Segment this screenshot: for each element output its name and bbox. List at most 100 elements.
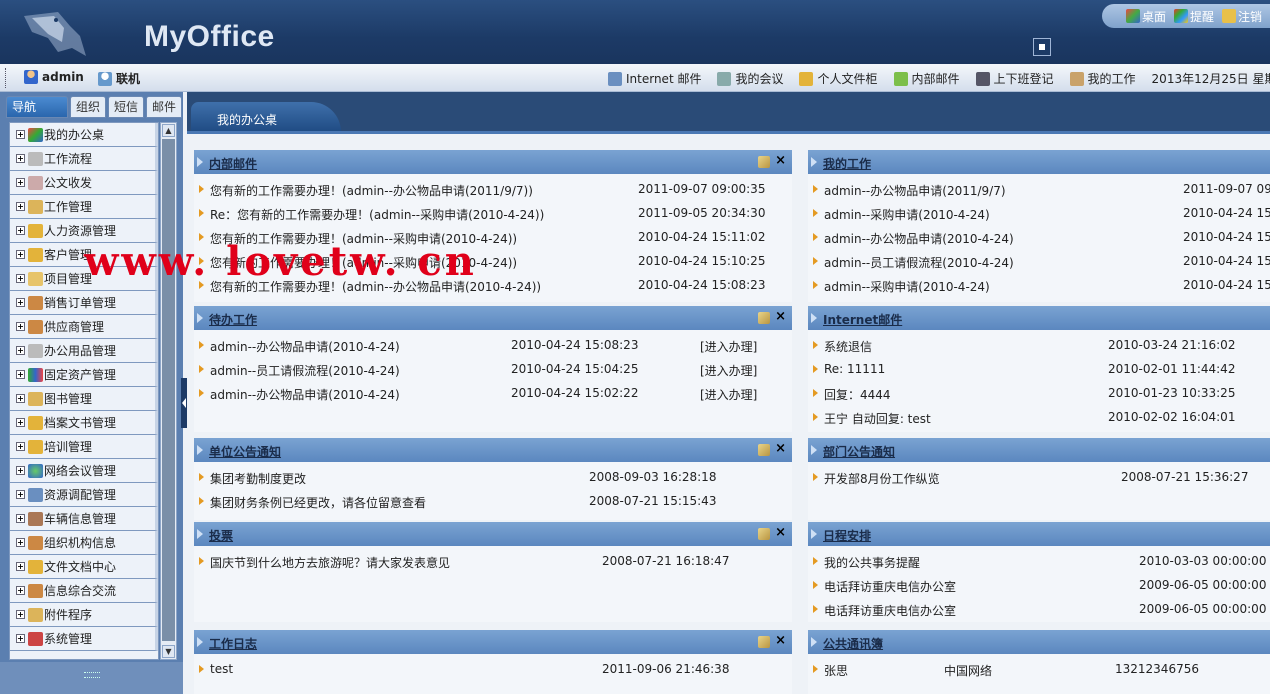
remind-link[interactable]: 提醒 — [1174, 8, 1214, 25]
scroll-up-icon[interactable]: ▲ — [162, 124, 175, 137]
panel-title[interactable]: 部门公告通知 — [823, 443, 895, 460]
edit-icon[interactable] — [758, 528, 770, 540]
expand-icon[interactable]: + — [16, 202, 25, 211]
expand-icon[interactable]: + — [16, 346, 25, 355]
logout-link[interactable]: 注销 — [1222, 8, 1262, 25]
list-item[interactable]: 集团财务条例已经更改，请各位留意查看 2008-07-21 15:15:43 — [194, 490, 792, 514]
process-link[interactable]: [进入办理] — [700, 362, 757, 379]
list-item[interactable]: admin--采购申请(2010-4-24) 2010-04-24 15 — [808, 274, 1270, 298]
expand-icon[interactable]: + — [16, 466, 25, 475]
close-icon[interactable]: × — [775, 633, 786, 648]
expand-icon[interactable]: + — [16, 130, 25, 139]
list-item[interactable]: Re: 11111 2010-02-01 11:44:42 — [808, 358, 1270, 382]
attendance-link[interactable]: 上下班登记 — [975, 70, 1054, 87]
list-item[interactable]: admin--员工请假流程(2010-4-24) 2010-04-24 15:04… — [194, 358, 792, 382]
edit-icon[interactable] — [758, 156, 770, 168]
edit-icon[interactable] — [758, 444, 770, 456]
close-icon[interactable]: × — [775, 309, 786, 324]
nav-item-documents[interactable]: + 公文收发 — [10, 171, 158, 195]
edit-icon[interactable] — [758, 636, 770, 648]
panel-title[interactable]: 工作日志 — [209, 635, 257, 652]
list-item[interactable]: 国庆节到什么地方去旅游呢？请大家发表意见 2008-07-21 16:18:47 — [194, 550, 792, 574]
expand-icon[interactable]: + — [16, 514, 25, 523]
panel-title[interactable]: 内部邮件 — [209, 155, 257, 172]
nav-item-office-supplies[interactable]: + 办公用品管理 — [10, 339, 158, 363]
panel-title[interactable]: 公共通讯簿 — [823, 635, 883, 652]
expand-icon[interactable]: + — [16, 154, 25, 163]
collapse-sidebar-button[interactable] — [181, 378, 187, 428]
panel-title[interactable]: 日程安排 — [823, 527, 871, 544]
expand-icon[interactable]: + — [16, 442, 25, 451]
nav-item-books[interactable]: + 图书管理 — [10, 387, 158, 411]
list-item[interactable]: admin--员工请假流程(2010-4-24) 2010-04-24 15 — [808, 250, 1270, 274]
nav-item-file-center[interactable]: + 文件文档中心 — [10, 555, 158, 579]
tab-navigation[interactable]: 导航 — [6, 96, 68, 118]
nav-item-sales-order[interactable]: + 销售订单管理 — [10, 291, 158, 315]
list-item[interactable]: 开发部8月份工作纵览 2008-07-21 15:36:27 — [808, 466, 1270, 490]
current-user[interactable]: admin — [24, 70, 84, 84]
list-item[interactable]: Re：您有新的工作需要办理！(admin--采购申请(2010-4-24)) 20… — [194, 202, 792, 226]
list-item[interactable]: admin--办公物品申请(2010-4-24) 2010-04-24 15 — [808, 226, 1270, 250]
list-item[interactable]: admin--采购申请(2010-4-24) 2010-04-24 15 — [808, 202, 1270, 226]
internal-mail-link[interactable]: 内部邮件 — [893, 70, 960, 87]
panel-title[interactable]: 投票 — [209, 527, 233, 544]
list-item[interactable]: 我的公共事务提醒 2010-03-03 00:00:00 — [808, 550, 1270, 574]
expand-icon[interactable]: + — [16, 490, 25, 499]
desktop-link[interactable]: 桌面 — [1126, 8, 1166, 25]
expand-icon[interactable]: + — [16, 394, 25, 403]
nav-item-organization[interactable]: + 组织机构信息 — [10, 531, 158, 555]
internet-mail-link[interactable]: Internet 邮件 — [608, 70, 701, 87]
list-item[interactable]: 回复：4444 2010-01-23 10:33:25 — [808, 382, 1270, 406]
close-icon[interactable]: × — [775, 525, 786, 540]
expand-icon[interactable]: + — [16, 562, 25, 571]
online-users[interactable]: 联机 — [98, 70, 140, 87]
expand-icon[interactable]: + — [16, 298, 25, 307]
expand-icon[interactable]: + — [16, 610, 25, 619]
nav-item-info-exchange[interactable]: + 信息综合交流 — [10, 579, 158, 603]
close-icon[interactable]: × — [775, 441, 786, 456]
list-item[interactable]: admin--办公物品申请(2010-4-24) 2010-04-24 15:02… — [194, 382, 792, 406]
list-item[interactable]: admin--办公物品申请(2011/9/7) 2011-09-07 09 — [808, 178, 1270, 202]
nav-item-archives[interactable]: + 档案文书管理 — [10, 411, 158, 435]
expand-icon[interactable]: + — [16, 634, 25, 643]
nav-item-work-management[interactable]: + 工作管理 — [10, 195, 158, 219]
my-meeting-link[interactable]: 我的会议 — [717, 70, 783, 87]
edit-icon[interactable] — [758, 312, 770, 324]
expand-icon[interactable]: + — [16, 178, 25, 187]
resize-grip[interactable] — [84, 672, 100, 678]
restore-button[interactable] — [1033, 38, 1051, 56]
tab-organization[interactable]: 组织 — [70, 96, 107, 118]
nav-item-fixed-assets[interactable]: + 固定资产管理 — [10, 363, 158, 387]
close-icon[interactable]: × — [775, 153, 786, 168]
nav-item-vehicle[interactable]: + 车辆信息管理 — [10, 507, 158, 531]
nav-item-resource[interactable]: + 资源调配管理 — [10, 483, 158, 507]
list-item[interactable]: test 2011-09-06 21:46:38 — [194, 658, 792, 682]
list-item[interactable]: 王宁 自动回复: test 2010-02-02 16:04:01 — [808, 406, 1270, 430]
expand-icon[interactable]: + — [16, 322, 25, 331]
expand-icon[interactable]: + — [16, 586, 25, 595]
my-work-link[interactable]: 我的工作 — [1069, 70, 1136, 87]
nav-item-web-meeting[interactable]: + 网络会议管理 — [10, 459, 158, 483]
list-item[interactable]: 系统退信 2010-03-24 21:16:02 — [808, 334, 1270, 358]
nav-item-attachments[interactable]: + 附件程序 — [10, 603, 158, 627]
panel-title[interactable]: 单位公告通知 — [209, 443, 281, 460]
list-item[interactable]: 电话拜访重庆电信办公室 2009-06-05 00:00:00 — [808, 574, 1270, 598]
list-item[interactable]: 电话拜访重庆电信办公室 2009-06-05 00:00:00 — [808, 598, 1270, 622]
tab-mail[interactable]: 邮件 — [146, 96, 183, 118]
list-item[interactable]: 您有新的工作需要办理！(admin--办公物品申请(2011/9/7)) 2011… — [194, 178, 792, 202]
scroll-down-icon[interactable]: ▼ — [162, 645, 175, 658]
expand-icon[interactable]: + — [16, 538, 25, 547]
panel-title[interactable]: 待办工作 — [209, 311, 257, 328]
nav-item-system[interactable]: + 系统管理 — [10, 627, 158, 651]
file-cabinet-link[interactable]: 个人文件柜 — [799, 70, 878, 87]
panel-title[interactable]: 我的工作 — [823, 155, 871, 172]
nav-scrollbar[interactable]: ▲ ▼ — [160, 122, 177, 660]
nav-item-workflow[interactable]: + 工作流程 — [10, 147, 158, 171]
list-item[interactable]: admin--办公物品申请(2010-4-24) 2010-04-24 15:08… — [194, 334, 792, 358]
expand-icon[interactable]: + — [16, 418, 25, 427]
nav-item-my-desk[interactable]: + 我的办公桌 — [10, 123, 158, 147]
expand-icon[interactable]: + — [16, 250, 25, 259]
expand-icon[interactable]: + — [16, 226, 25, 235]
nav-item-training[interactable]: + 培训管理 — [10, 435, 158, 459]
scroll-thumb[interactable] — [162, 139, 175, 641]
